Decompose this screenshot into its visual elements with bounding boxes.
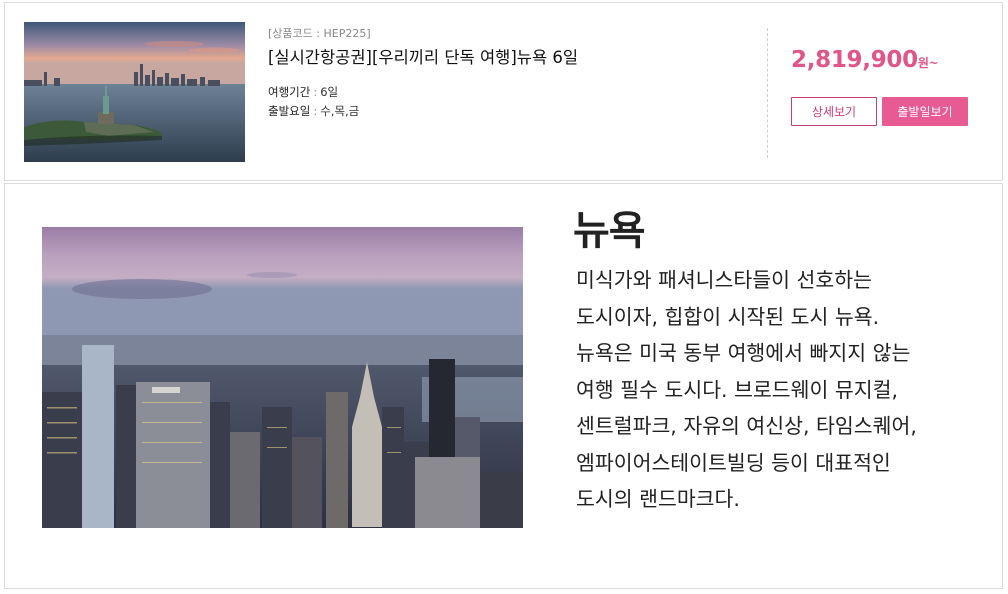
detail-button[interactable]: 상세보기 bbox=[791, 97, 877, 126]
product-info: [상품코드 : HEP225] [실시간항공권][우리끼리 단독 여행]뉴욕 6… bbox=[268, 27, 748, 121]
departure-dates-button[interactable]: 출발일보기 bbox=[882, 97, 968, 126]
departure-label: 출발요일 bbox=[268, 104, 311, 118]
description-line: 도시의 랜드마크다. bbox=[576, 487, 740, 511]
product-code: [상품코드 : HEP225] bbox=[268, 27, 371, 40]
product-thumbnail[interactable] bbox=[24, 22, 245, 162]
city-section: 뉴욕 미식가와 패셔니스타들이 선호하는 도시이자, 힙합이 시작된 도시 뉴욕… bbox=[4, 183, 1003, 589]
product-meta: 여행기간:6일 출발요일: 수,목,금 bbox=[268, 83, 748, 121]
city-photo bbox=[42, 227, 523, 528]
statue-of-liberty-image bbox=[24, 22, 245, 162]
product-title[interactable]: [실시간항공권][우리끼리 단독 여행]뉴욕 6일 bbox=[268, 47, 748, 69]
product-actions: 상세보기 출발일보기 bbox=[791, 97, 968, 126]
price-box: 2,819,900원~ bbox=[791, 47, 939, 73]
duration-label: 여행기간 bbox=[268, 85, 311, 99]
description-line: 여행 필수 도시다. 브로드웨이 뮤지컬, bbox=[576, 377, 898, 402]
city-name: 뉴욕 bbox=[573, 208, 646, 254]
description-line: 도시이자, 힙합이 시작된 도시 뉴욕. bbox=[576, 304, 880, 329]
product-price: 2,819,900원~ bbox=[791, 47, 939, 73]
new-york-skyline-image bbox=[42, 227, 523, 528]
card-divider bbox=[767, 28, 768, 158]
description-line: 미식가와 패셔니스타들이 선호하는 bbox=[576, 268, 872, 292]
description-line: 뉴욕은 미국 동부 여행에서 빠지지 않는 bbox=[576, 341, 911, 365]
description-line: 엠파이어스테이트빌딩 등이 대표적인 bbox=[576, 450, 891, 475]
duration-value: 6일 bbox=[320, 85, 339, 99]
departure-value: 수,목,금 bbox=[320, 104, 360, 118]
price-unit: 원~ bbox=[917, 56, 939, 70]
duration-row: 여행기간:6일 bbox=[268, 85, 339, 99]
product-card: [상품코드 : HEP225] [실시간항공권][우리끼리 단독 여행]뉴욕 6… bbox=[4, 2, 1003, 181]
description-line: 센트럴파크, 자유의 여신상, 타임스퀘어, bbox=[576, 414, 917, 438]
city-description: 미식가와 패셔니스타들이 선호하는 도시이자, 힙합이 시작된 도시 뉴욕. 뉴… bbox=[576, 262, 996, 518]
departure-row: 출발요일: 수,목,금 bbox=[268, 104, 360, 118]
